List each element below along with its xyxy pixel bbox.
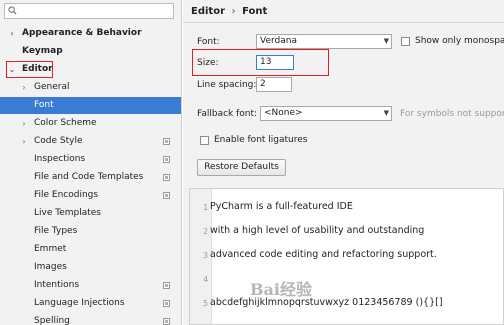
restore-defaults-button[interactable]: Restore Defaults bbox=[197, 159, 286, 176]
sidebar-item-language-injections[interactable]: Language Injections bbox=[0, 295, 181, 312]
font-label: Font: bbox=[197, 37, 220, 47]
line-spacing-input[interactable]: 2 bbox=[256, 77, 292, 92]
font-select-value: Verdana bbox=[260, 36, 297, 46]
project-settings-icon bbox=[163, 138, 170, 145]
search-icon bbox=[8, 6, 17, 15]
sidebar-item-label: File Types bbox=[34, 226, 78, 236]
project-settings-icon bbox=[163, 156, 170, 163]
preview-line: abcdefghijklmnopqrstuvwxyz 0123456789 ()… bbox=[210, 297, 443, 308]
sidebar-item-images[interactable]: Images bbox=[0, 259, 181, 276]
settings-search-input[interactable] bbox=[4, 3, 174, 19]
fallback-font-value: <None> bbox=[264, 108, 303, 118]
project-settings-icon bbox=[163, 282, 170, 289]
sidebar-item-appearance[interactable]: › Appearance & Behavior bbox=[0, 25, 181, 42]
sidebar-item-label: Font bbox=[34, 100, 54, 110]
header-divider bbox=[183, 22, 504, 23]
sidebar-item-file-code-templates[interactable]: File and Code Templates bbox=[0, 169, 181, 186]
show-monospace-checkbox[interactable] bbox=[401, 37, 410, 46]
sidebar-item-label: General bbox=[34, 82, 70, 92]
line-spacing-label: Line spacing: bbox=[197, 80, 257, 90]
sidebar-item-label: Color Scheme bbox=[34, 118, 97, 128]
sidebar-item-label: Appearance & Behavior bbox=[22, 28, 142, 38]
project-settings-icon bbox=[163, 300, 170, 307]
settings-sidebar: › Appearance & Behavior Keymap ⌄ Editor … bbox=[0, 0, 182, 325]
project-settings-icon bbox=[163, 318, 170, 325]
line-number: 3 bbox=[203, 251, 208, 260]
line-number: 5 bbox=[203, 299, 208, 308]
chevron-right-icon: › bbox=[22, 137, 26, 146]
breadcrumb-leaf: Font bbox=[242, 6, 268, 17]
font-settings-panel: Editor › Font Font: Verdana ▼ Show only … bbox=[183, 0, 504, 325]
highlight-box-size bbox=[192, 49, 329, 76]
preview-line: with a high level of usability and outst… bbox=[210, 225, 425, 236]
chevron-down-icon: ▼ bbox=[383, 37, 389, 45]
sidebar-item-spelling[interactable]: Spelling bbox=[0, 313, 181, 325]
sidebar-item-label: File and Code Templates bbox=[34, 172, 144, 182]
sidebar-item-file-encodings[interactable]: File Encodings bbox=[0, 187, 181, 204]
sidebar-item-font[interactable]: Font bbox=[0, 97, 181, 114]
sidebar-item-general[interactable]: › General bbox=[0, 79, 181, 96]
sidebar-item-label: Code Style bbox=[34, 136, 83, 146]
ligatures-label: Enable font ligatures bbox=[214, 135, 308, 145]
sidebar-item-label: Images bbox=[34, 262, 67, 272]
sidebar-item-label: Inspections bbox=[34, 154, 86, 164]
sidebar-item-label: Intentions bbox=[34, 280, 80, 290]
breadcrumb: Editor › Font bbox=[191, 6, 267, 17]
fallback-font-select[interactable]: <None> ▼ bbox=[260, 106, 392, 121]
fallback-font-hint: For symbols not supported bbox=[400, 109, 504, 119]
sidebar-item-color-scheme[interactable]: › Color Scheme bbox=[0, 115, 181, 132]
chevron-right-icon: › bbox=[22, 83, 26, 92]
font-preview-editor[interactable]: 1 PyCharm is a full-featured IDE 2 with … bbox=[189, 188, 504, 325]
sidebar-item-intentions[interactable]: Intentions bbox=[0, 277, 181, 294]
chevron-down-icon: ▼ bbox=[383, 109, 389, 117]
sidebar-item-keymap[interactable]: Keymap bbox=[0, 43, 181, 60]
highlight-box-editor bbox=[6, 61, 53, 78]
sidebar-item-label: Spelling bbox=[34, 316, 70, 325]
font-select[interactable]: Verdana ▼ bbox=[256, 34, 392, 49]
preview-line: PyCharm is a full-featured IDE bbox=[210, 201, 353, 212]
sidebar-item-label: Live Templates bbox=[34, 208, 101, 218]
breadcrumb-root[interactable]: Editor bbox=[191, 6, 225, 17]
sidebar-item-emmet[interactable]: Emmet bbox=[0, 241, 181, 258]
sidebar-item-code-style[interactable]: › Code Style bbox=[0, 133, 181, 150]
sidebar-item-label: Language Injections bbox=[34, 298, 125, 308]
line-number: 2 bbox=[203, 227, 208, 236]
sidebar-item-file-types[interactable]: File Types bbox=[0, 223, 181, 240]
sidebar-item-live-templates[interactable]: Live Templates bbox=[0, 205, 181, 222]
project-settings-icon bbox=[163, 192, 170, 199]
project-settings-icon bbox=[163, 174, 170, 181]
preview-line: advanced code editing and refactoring su… bbox=[210, 249, 437, 260]
line-number: 4 bbox=[203, 275, 208, 284]
sidebar-item-inspections[interactable]: Inspections bbox=[0, 151, 181, 168]
sidebar-item-label: Keymap bbox=[22, 46, 63, 56]
ligatures-checkbox[interactable] bbox=[200, 136, 209, 145]
sidebar-item-label: File Encodings bbox=[34, 190, 99, 200]
watermark-logo: Bai经验 bbox=[250, 280, 312, 299]
line-number: 1 bbox=[203, 203, 208, 212]
sidebar-item-label: Emmet bbox=[34, 244, 67, 254]
settings-dialog: › Appearance & Behavior Keymap ⌄ Editor … bbox=[0, 0, 504, 325]
show-monospace-label: Show only monospace bbox=[415, 36, 504, 46]
chevron-right-icon: › bbox=[10, 29, 14, 38]
fallback-font-label: Fallback font: bbox=[197, 109, 258, 119]
breadcrumb-separator: › bbox=[231, 6, 236, 17]
chevron-right-icon: › bbox=[22, 119, 26, 128]
